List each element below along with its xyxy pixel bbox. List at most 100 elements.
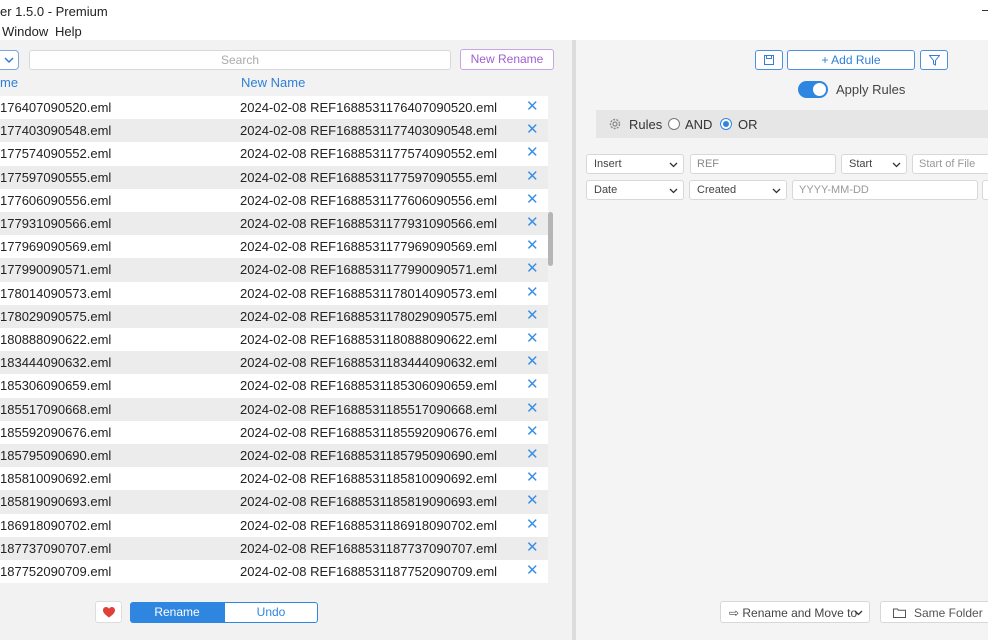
close-icon[interactable]: ✕	[526, 447, 539, 463]
save-rules-button[interactable]	[755, 50, 783, 70]
same-folder-button[interactable]: Same Folder	[880, 601, 988, 623]
save-icon	[764, 55, 774, 65]
table-row[interactable]: 178014090573.eml 2024-02-08 REF1688531178…	[0, 281, 548, 305]
close-icon[interactable]: ✕	[526, 191, 539, 208]
new-name-cell: 2024-02-08 REF1688531183444090632.eml	[240, 355, 498, 371]
chevron-down-icon	[854, 610, 863, 616]
close-icon[interactable]: ✕	[526, 284, 539, 301]
table-row[interactable]: 178029090575.eml 2024-02-08 REF1688531178…	[0, 304, 548, 328]
column-header-original[interactable]: me	[0, 75, 18, 90]
table-row[interactable]: 185306090659.eml 2024-02-08 REF1688531185…	[0, 374, 548, 398]
filter-button[interactable]	[920, 50, 948, 70]
close-icon[interactable]: ✕	[526, 377, 539, 393]
new-name-cell: 2024-02-08 REF1688531180888090622.eml	[240, 332, 498, 347]
rule1-position-select[interactable]: Start	[841, 154, 907, 174]
apply-rules-toggle[interactable]	[798, 81, 828, 98]
original-name-cell: 185810090692.eml	[0, 471, 112, 487]
new-name-cell: 2024-02-08 REF1688531185306090659.eml	[240, 378, 498, 394]
favorite-button[interactable]	[95, 601, 122, 623]
close-icon[interactable]: ✕	[526, 307, 539, 324]
table-row[interactable]: 177606090556.eml 2024-02-08 REF1688531177…	[0, 188, 548, 212]
table-row[interactable]: 185810090692.eml 2024-02-08 REF1688531185…	[0, 467, 548, 491]
close-icon[interactable]: ✕	[526, 563, 539, 579]
table-row[interactable]: 185592090676.eml 2024-02-08 REF1688531185…	[0, 420, 548, 444]
original-name-cell: 177574090552.eml	[0, 146, 112, 162]
chevron-down-icon	[669, 162, 678, 168]
close-icon[interactable]: ✕	[526, 238, 539, 254]
table-row[interactable]: 177597090555.eml 2024-02-08 REF1688531177…	[0, 165, 548, 189]
gear-icon[interactable]	[608, 117, 622, 131]
add-rule-button[interactable]: + Add Rule	[787, 50, 915, 70]
table-row[interactable]: 185819090693.eml 2024-02-08 REF1688531185…	[0, 490, 548, 514]
rename-and-move-select[interactable]: ⇨ Rename and Move to	[720, 601, 870, 623]
table-row[interactable]: 176407090520.eml 2024-02-08 REF1688531176…	[0, 96, 548, 120]
rule1-text-input[interactable]	[690, 154, 836, 174]
new-name-cell: 2024-02-08 REF1688531185810090692.eml	[240, 471, 498, 487]
table-row[interactable]: 186918090702.eml 2024-02-08 REF1688531186…	[0, 513, 548, 537]
close-icon[interactable]: ✕	[526, 168, 539, 185]
new-name-cell: 2024-02-08 REF1688531177606090556.eml	[240, 192, 498, 208]
close-icon[interactable]: ✕	[526, 215, 539, 231]
search-input[interactable]	[29, 50, 451, 70]
or-radio[interactable]	[720, 118, 732, 130]
table-row[interactable]: 185795090690.eml 2024-02-08 REF1688531185…	[0, 444, 548, 468]
title-bar: er 1.5.0 - Premium	[0, 0, 988, 22]
close-icon[interactable]: ✕	[526, 423, 539, 440]
table-row[interactable]: 187737090707.eml 2024-02-08 REF1688531187…	[0, 536, 548, 560]
table-row[interactable]: 180888090622.eml 2024-02-08 REF1688531180…	[0, 328, 548, 352]
original-name-cell: 187737090707.eml	[0, 540, 112, 556]
chevron-down-icon	[669, 188, 678, 194]
close-icon[interactable]: ✕	[526, 470, 539, 486]
close-icon[interactable]: ✕	[526, 99, 539, 115]
table-row[interactable]: 177931090566.eml 2024-02-08 REF1688531177…	[0, 212, 548, 236]
menu-help[interactable]: Help	[55, 24, 82, 39]
original-name-cell: 177931090566.eml	[0, 216, 112, 231]
original-name-cell: 185819090693.eml	[0, 494, 112, 510]
table-row[interactable]: 177990090571.eml 2024-02-08 REF1688531177…	[0, 258, 548, 282]
table-row[interactable]: 185517090668.eml 2024-02-08 REF1688531185…	[0, 397, 548, 421]
view-dropdown[interactable]	[0, 50, 19, 70]
new-name-cell: 2024-02-08 REF1688531177931090566.eml	[240, 216, 498, 231]
original-name-cell: 185517090668.eml	[0, 401, 112, 417]
close-icon[interactable]: ✕	[526, 493, 539, 509]
rule2-date-type-select[interactable]: Created	[689, 180, 787, 200]
new-name-cell: 2024-02-08 REF1688531178029090575.eml	[240, 308, 498, 324]
chevron-down-icon	[892, 162, 901, 168]
original-name-cell: 177403090548.eml	[0, 123, 112, 139]
original-name-cell: 176407090520.eml	[0, 100, 112, 115]
table-row[interactable]: 177969090569.eml 2024-02-08 REF1688531177…	[0, 235, 548, 259]
new-name-cell: 2024-02-08 REF1688531178014090573.eml	[240, 285, 498, 301]
close-icon[interactable]: ✕	[526, 122, 539, 138]
menu-window[interactable]: Window	[2, 24, 48, 39]
close-icon[interactable]: ✕	[526, 516, 539, 533]
new-name-cell: 2024-02-08 REF1688531177403090548.eml	[240, 123, 498, 139]
window-title: er 1.5.0 - Premium	[0, 4, 108, 19]
rule2-extra-select[interactable]	[982, 180, 988, 200]
close-icon[interactable]: ✕	[526, 145, 539, 161]
close-icon[interactable]: ✕	[526, 539, 539, 556]
rename-button[interactable]: Rename	[130, 602, 224, 623]
close-icon[interactable]: ✕	[526, 400, 539, 417]
undo-button[interactable]: Undo	[224, 602, 318, 623]
close-icon[interactable]: ✕	[526, 261, 539, 277]
rule2-format-input[interactable]	[792, 180, 978, 200]
chevron-down-icon	[4, 57, 14, 64]
minimize-button[interactable]	[978, 0, 988, 22]
table-row[interactable]: 187752090709.eml 2024-02-08 REF1688531187…	[0, 560, 548, 583]
scrollbar-thumb[interactable]	[548, 212, 553, 266]
close-icon[interactable]: ✕	[526, 354, 539, 370]
new-rename-button[interactable]: New Rename	[460, 49, 554, 70]
close-icon[interactable]: ✕	[526, 331, 539, 347]
new-name-cell: 2024-02-08 REF1688531185819090693.eml	[240, 494, 498, 510]
original-name-cell: 178014090573.eml	[0, 285, 112, 301]
new-name-cell: 2024-02-08 REF1688531177990090571.eml	[240, 262, 498, 278]
table-row[interactable]: 183444090632.eml 2024-02-08 REF1688531183…	[0, 351, 548, 375]
original-name-cell: 178029090575.eml	[0, 308, 112, 324]
rule1-action-select[interactable]: Insert	[586, 154, 684, 174]
column-header-new-name[interactable]: New Name	[241, 75, 305, 90]
table-row[interactable]: 177574090552.eml 2024-02-08 REF1688531177…	[0, 142, 548, 166]
rule1-position-input[interactable]	[912, 154, 988, 174]
rule2-action-select[interactable]: Date	[586, 180, 684, 200]
and-radio[interactable]	[668, 118, 680, 130]
table-row[interactable]: 177403090548.eml 2024-02-08 REF1688531177…	[0, 119, 548, 143]
